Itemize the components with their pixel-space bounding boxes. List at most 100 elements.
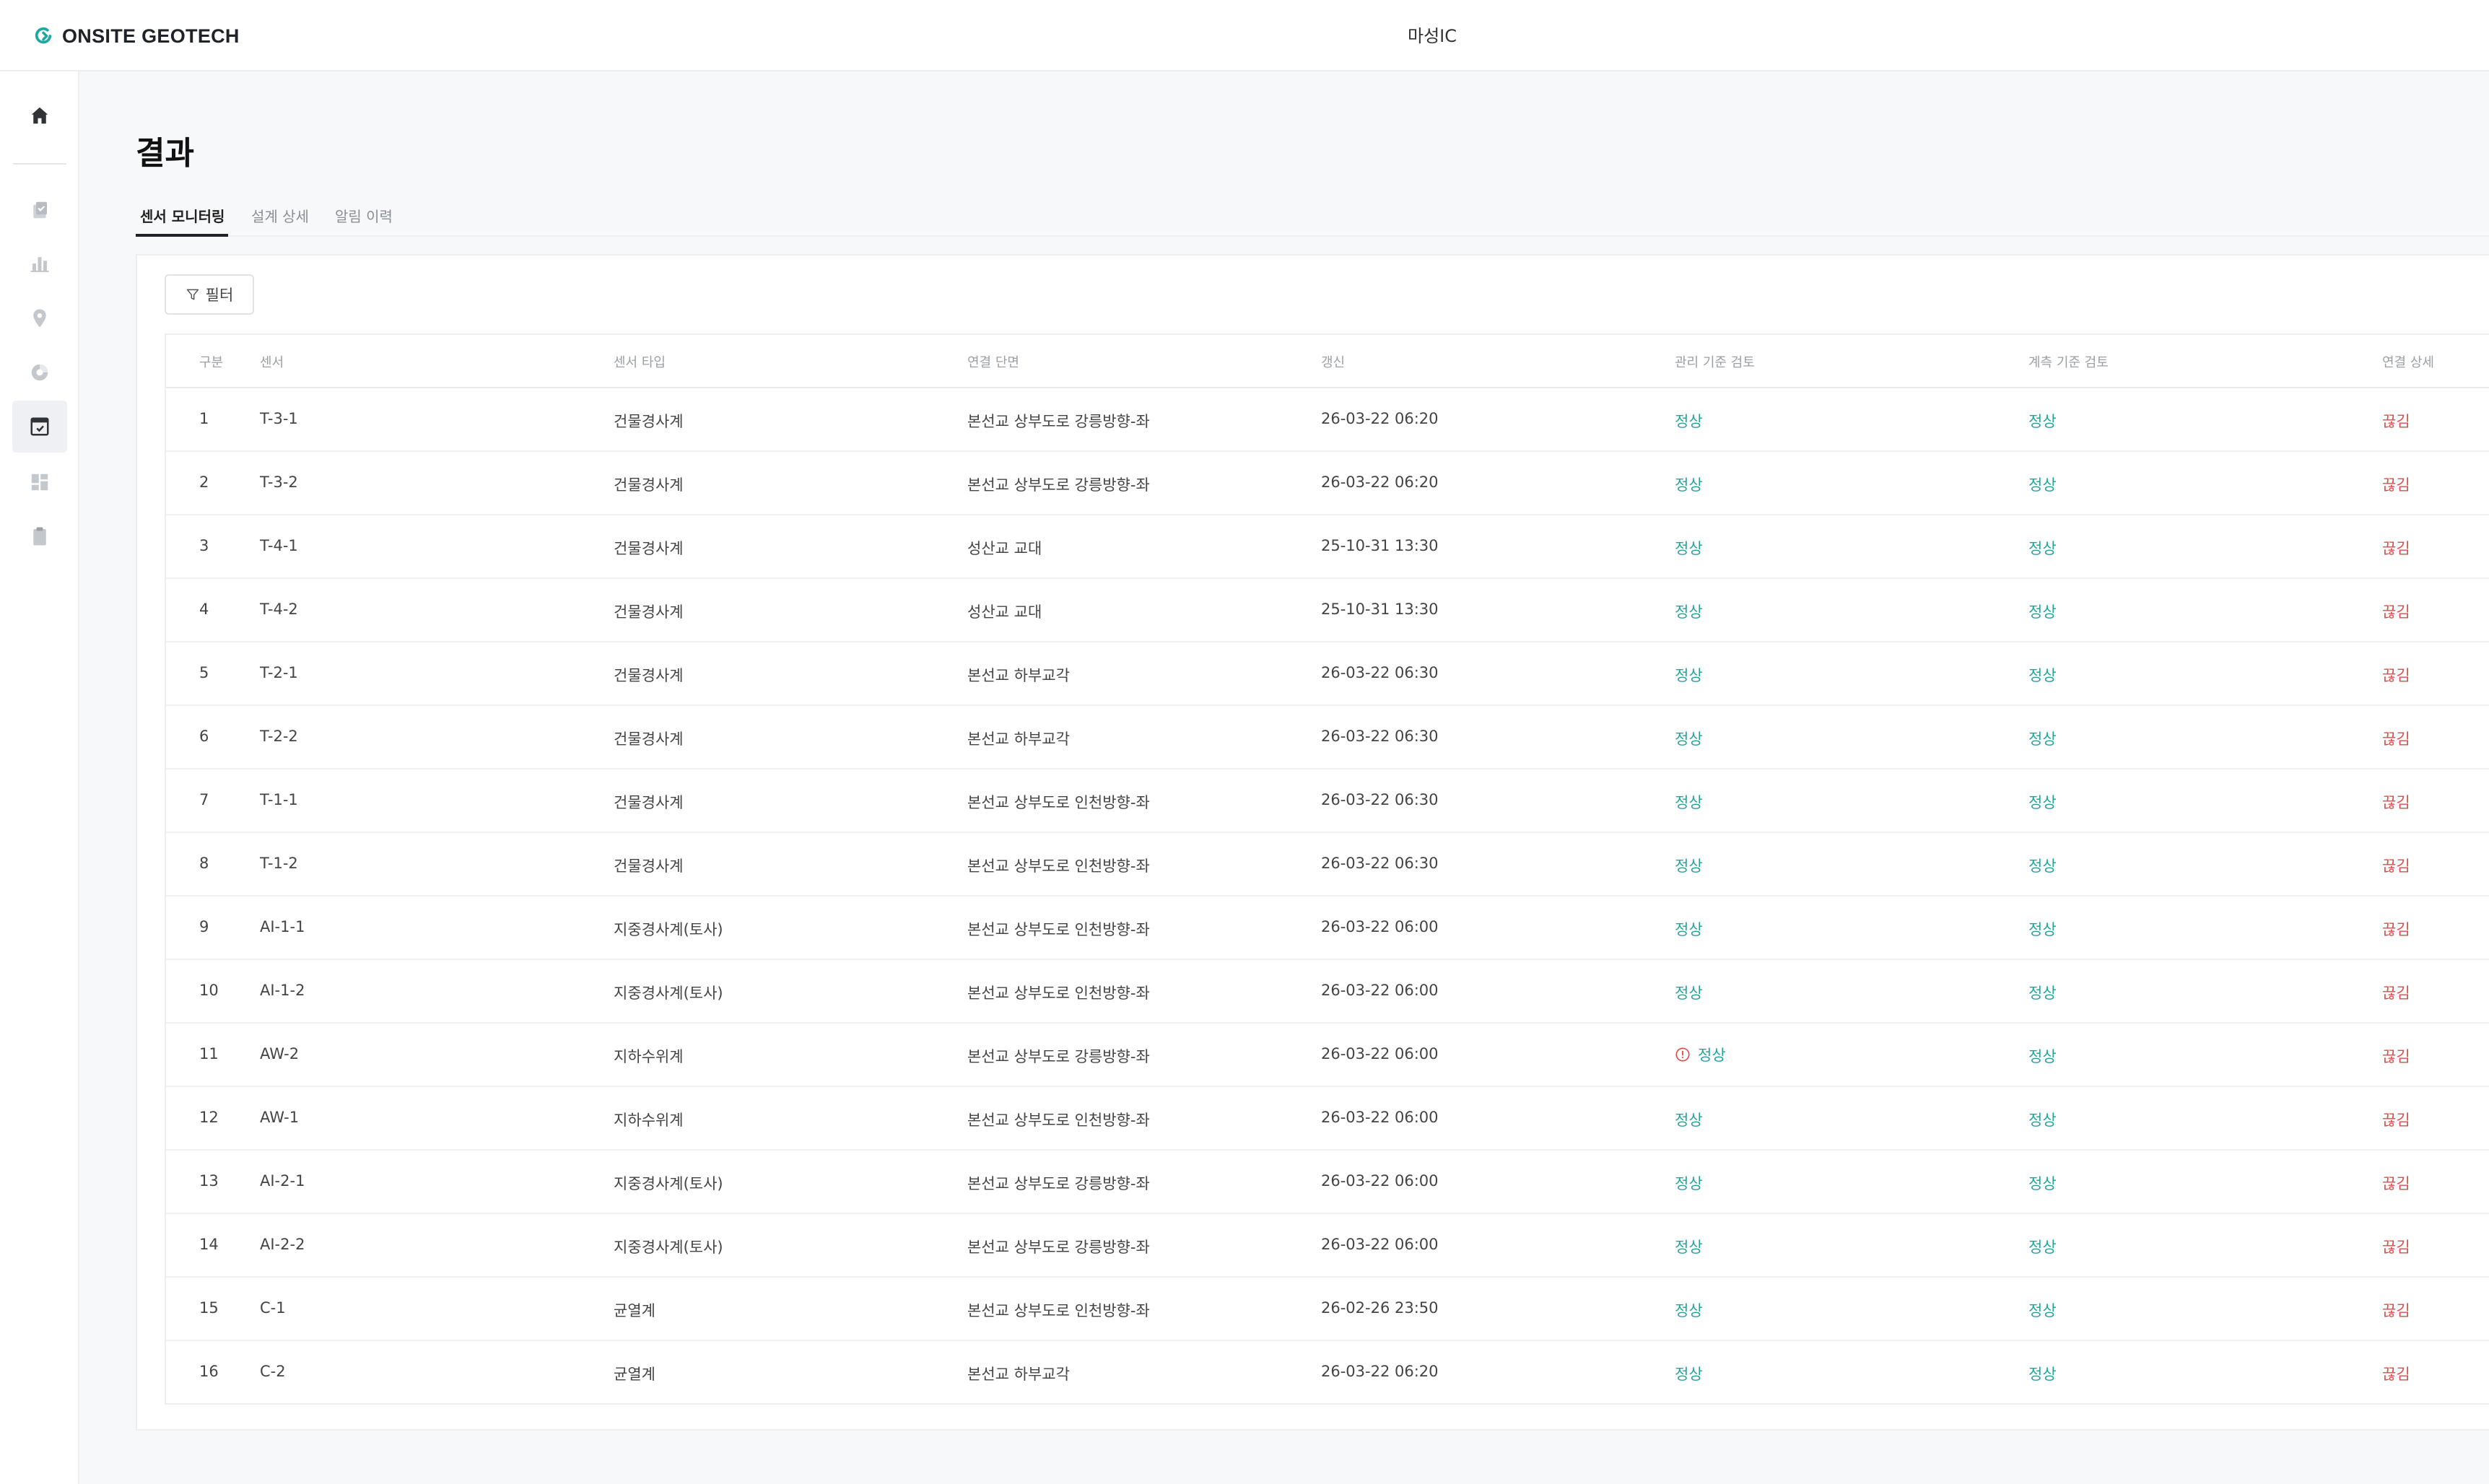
management-review-status: 정상 [1675, 1302, 1703, 1319]
table-row[interactable]: 9 AI-1-1 지중경사계(토사) 본선교 상부도로 인천방향-좌 26-03-22 … [166, 896, 2489, 960]
table-row[interactable]: 8 T-1-2 건물경사계 본선교 상부도로 인천방향-좌 26-03-22 06:30… [166, 833, 2489, 896]
logo-icon [35, 27, 52, 44]
updated-time: 26-03-22 06:30 [1321, 728, 1439, 745]
page-title: 결과 [136, 135, 194, 172]
home-icon [31, 107, 48, 124]
measurement-review-status: 정상 [2028, 540, 2057, 557]
sidebar-divider [13, 163, 66, 165]
sensor-name: T-2-2 [260, 728, 298, 745]
row-number: 16 [199, 1363, 219, 1380]
measurement-review-status: 정상 [2028, 413, 2057, 430]
tab-design-detail[interactable]: 설계 상세 [251, 205, 309, 237]
sidebar-item-pie-chart[interactable] [12, 346, 67, 398]
connection-status: 끊김 [2382, 1112, 2410, 1129]
management-review-status: 정상 [1675, 667, 1703, 684]
column-header-sensor[interactable]: 센서 [260, 352, 284, 371]
updated-time: 26-03-22 06:00 [1321, 1236, 1439, 1253]
sidebar-item-bar-chart[interactable] [12, 237, 67, 289]
column-header-management-review[interactable]: 관리 기준 검토 [1675, 352, 1755, 371]
tab-sensor-monitoring[interactable]: 센서 모니터링 [140, 205, 225, 237]
sensor-name: T-4-2 [260, 601, 298, 618]
table-row[interactable]: 1 T-3-1 건물경사계 본선교 상부도로 강릉방향-좌 26-03-22 06:20… [166, 388, 2489, 452]
filter-button[interactable]: 필터 [165, 274, 254, 315]
row-number: 14 [199, 1236, 219, 1253]
table-row[interactable]: 12 AW-1 지하수위계 본선교 상부도로 인천방향-좌 26-03-22 06:00… [166, 1087, 2489, 1151]
connection-section: 본선교 상부도로 강릉방향-좌 [967, 1175, 1150, 1192]
connection-status: 끊김 [2382, 794, 2410, 811]
column-header-updated[interactable]: 갱신 [1321, 352, 1345, 371]
connection-status: 끊김 [2382, 1302, 2410, 1319]
management-review-status: 정상 [1675, 540, 1703, 557]
sensor-type: 건물경사계 [614, 413, 684, 430]
filter-label: 필터 [205, 287, 234, 304]
row-number: 7 [199, 791, 209, 808]
brand-logo[interactable]: ONSITE GEOTECH [33, 22, 240, 51]
updated-time: 25-10-31 13:30 [1321, 601, 1439, 618]
management-review-status: 정상 [1675, 603, 1703, 621]
row-number: 4 [199, 601, 209, 618]
location-pin-icon [33, 309, 46, 328]
connection-status: 끊김 [2382, 667, 2410, 684]
sidebar-item-results[interactable] [12, 401, 67, 453]
column-header-measurement-review[interactable]: 계측 기준 검토 [2028, 352, 2109, 371]
connection-status: 끊김 [2382, 921, 2410, 938]
management-review-status: 정상 [1675, 476, 1703, 494]
management-review-status: 정상 [1675, 921, 1703, 938]
measurement-review-status: 정상 [2028, 1048, 2057, 1065]
project-title: 마성IC [1408, 26, 1457, 46]
connection-status: 끊김 [2382, 730, 2410, 748]
measurement-review-status: 정상 [2028, 857, 2057, 875]
column-header-section[interactable]: 연결 단면 [967, 352, 1019, 371]
management-review-text: 정상 [1698, 1047, 1726, 1064]
table-row[interactable]: 15 C-1 균열계 본선교 상부도로 인천방향-좌 26-02-26 23:50 정상 정… [166, 1278, 2489, 1341]
updated-time: 26-03-22 06:30 [1321, 855, 1439, 872]
updated-time: 26-02-26 23:50 [1321, 1299, 1439, 1317]
sidebar-item-dashboard[interactable] [12, 456, 67, 508]
sidebar-item-checklist[interactable] [12, 184, 67, 236]
sidebar-item-location[interactable] [12, 292, 67, 344]
table-row[interactable]: 2 T-3-2 건물경사계 본선교 상부도로 강릉방향-좌 26-03-22 06:20… [166, 452, 2489, 515]
sensor-type: 건물경사계 [614, 667, 684, 684]
management-review-status: 정상 [1675, 857, 1703, 875]
table-row[interactable]: 11 AW-2 지하수위계 본선교 상부도로 강릉방향-좌 26-03-22 06:00… [166, 1023, 2489, 1087]
management-review-status: 정상 [1675, 1044, 1726, 1065]
column-header-connection-detail[interactable]: 연결 상세 [2382, 352, 2434, 371]
table-row[interactable]: 14 AI-2-2 지중경사계(토사) 본선교 상부도로 강릉방향-좌 26-03-22… [166, 1214, 2489, 1278]
table-row[interactable]: 6 T-2-2 건물경사계 본선교 하부교각 26-03-22 06:30 정상 정상 끊김 [166, 706, 2489, 769]
measurement-review-status: 정상 [2028, 730, 2057, 748]
table-row[interactable]: 3 T-4-1 건물경사계 성산교 교대 25-10-31 13:30 정상 정상 끊김 [166, 515, 2489, 579]
table-row[interactable]: 7 T-1-1 건물경사계 본선교 상부도로 인천방향-좌 26-03-22 06:30… [166, 769, 2489, 833]
measurement-review-status: 정상 [2028, 921, 2057, 938]
row-number: 8 [199, 855, 209, 872]
table-row[interactable]: 4 T-4-2 건물경사계 성산교 교대 25-10-31 13:30 정상 정상 끊김 [166, 579, 2489, 642]
filter-icon [186, 289, 199, 300]
connection-section: 본선교 상부도로 인천방향-좌 [967, 985, 1150, 1002]
connection-status: 끊김 [2382, 857, 2410, 875]
connection-section: 본선교 하부교각 [967, 730, 1070, 748]
tab-bar: 센서 모니터링 설계 상세 알림 이력 [136, 199, 2489, 237]
table-row[interactable]: 10 AI-1-2 지중경사계(토사) 본선교 상부도로 인천방향-좌 26-03-22… [166, 960, 2489, 1023]
sensor-name: T-3-1 [260, 410, 298, 427]
row-number: 13 [199, 1172, 219, 1190]
sidebar-item-clipboard[interactable] [12, 510, 67, 562]
checklist-icon [33, 201, 47, 219]
column-header-sensor-type[interactable]: 센서 타입 [614, 352, 666, 371]
connection-status: 끊김 [2382, 1175, 2410, 1192]
bar-chart-icon [30, 257, 49, 272]
sensor-type: 건물경사계 [614, 794, 684, 811]
column-header-no[interactable]: 구분 [199, 352, 223, 371]
tab-alert-history[interactable]: 알림 이력 [335, 205, 393, 237]
table-row[interactable]: 5 T-2-1 건물경사계 본선교 하부교각 26-03-22 06:30 정상 정상 끊김 [166, 642, 2489, 706]
warning-icon[interactable] [1675, 1047, 1691, 1062]
sidebar-item-home[interactable] [12, 90, 67, 141]
updated-time: 26-03-22 06:20 [1321, 1363, 1439, 1380]
sensor-type: 지하수위계 [614, 1112, 684, 1129]
table-row[interactable]: 16 C-2 균열계 본선교 하부교각 26-03-22 06:20 정상 정상 끊김 [166, 1341, 2489, 1403]
management-review-status: 정상 [1675, 1239, 1703, 1256]
sensor-name: AI-1-2 [260, 982, 305, 999]
updated-time: 26-03-22 06:00 [1321, 982, 1439, 999]
connection-status: 끊김 [2382, 413, 2410, 430]
table-row[interactable]: 13 AI-2-1 지중경사계(토사) 본선교 상부도로 강릉방향-좌 26-03-22… [166, 1151, 2489, 1214]
measurement-review-status: 정상 [2028, 1366, 2057, 1383]
connection-section: 본선교 상부도로 인천방향-좌 [967, 921, 1150, 938]
